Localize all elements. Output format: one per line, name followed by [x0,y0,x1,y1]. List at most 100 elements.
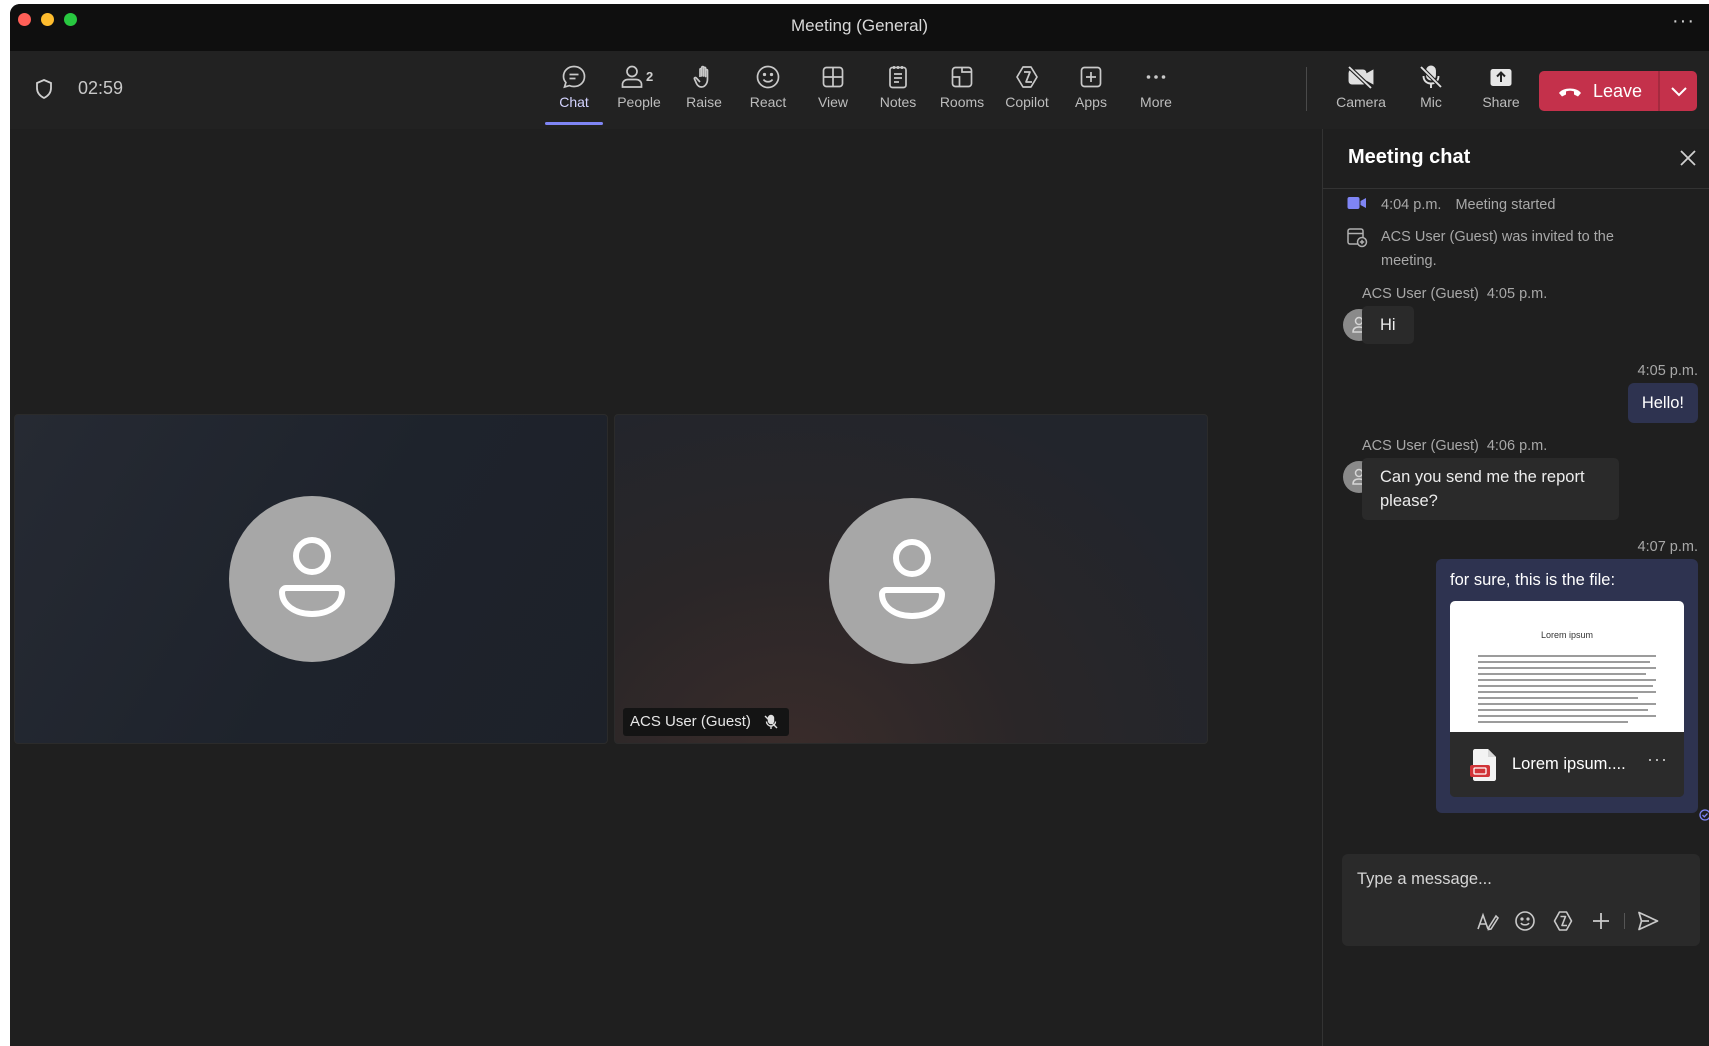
more-button[interactable]: More [1121,61,1191,121]
window-more-button[interactable]: ··· [1672,10,1695,33]
sender-name: ACS User (Guest) [1362,438,1479,454]
people-count: 2 [646,69,653,84]
message-time: 4:07 p.m. [1637,539,1698,555]
apps-button[interactable]: Apps [1056,61,1126,121]
participant-name: ACS User (Guest) [630,713,751,730]
phone-hangup-icon [1559,88,1581,97]
event-meeting-started: 4:04 p.m. Meeting started [1381,193,1555,217]
raise-hand-button[interactable]: Raise [669,61,739,121]
participant-name-tag: ACS User (Guest) [623,708,789,736]
notes-button[interactable]: Notes [863,61,933,121]
incoming-message-bubble[interactable]: Can you send me the report please? [1362,458,1619,520]
chat-header-divider [1323,188,1709,189]
share-label: Share [1482,94,1520,110]
video-tile-self[interactable] [14,414,608,744]
read-receipt-icon [1699,809,1709,821]
raise-hand-icon [693,65,709,88]
chevron-down-icon [1671,87,1687,97]
document-text-line [1478,697,1638,699]
tab-people[interactable]: 2 People [604,61,674,121]
document-text-line [1478,691,1656,693]
video-tile-guest[interactable]: ACS User (Guest) [614,414,1208,744]
file-preview-thumbnail[interactable]: Lorem ipsum [1450,601,1684,732]
share-icon [1490,69,1512,86]
document-text-line [1478,673,1646,675]
event-text-line2: meeting. [1381,253,1437,269]
message-text: Hi [1380,316,1396,334]
meeting-chat-panel: Meeting chat 4:04 p.m. Meeting started AC… [1322,129,1709,1046]
mic-off-icon [764,714,778,729]
camera-button[interactable]: Camera [1326,61,1396,121]
pdf-file-icon [1470,749,1496,781]
sender-name: ACS User (Guest) [1362,286,1479,302]
meeting-toolbar: 02:59 Chat 2 People Raise React View Not… [10,51,1709,129]
document-text-line [1478,703,1656,705]
message-time: 4:05 p.m. [1637,363,1698,379]
camera-off-icon [1347,65,1374,90]
camera-label: Camera [1336,94,1386,110]
shield-icon[interactable] [32,77,56,101]
toolbar-divider [1306,67,1307,111]
event-text-line1: ACS User (Guest) was invited to the [1381,229,1614,245]
tab-chat[interactable]: Chat [539,61,609,125]
outgoing-message-bubble[interactable]: for sure, this is the file: Lorem ipsum [1436,559,1698,813]
react-label: React [749,94,787,110]
message-input[interactable] [1342,854,1700,904]
tab-people-label: People [617,94,661,110]
incoming-message-bubble[interactable]: Hi [1362,306,1414,344]
document-text-line [1478,685,1653,687]
composer-divider [1624,913,1625,929]
tab-chat-label: Chat [559,94,589,110]
format-icon[interactable] [1474,908,1500,934]
close-icon[interactable] [1677,147,1699,169]
file-attachment-card[interactable]: Lorem ipsum Lorem ipsum.... ··· [1450,601,1684,797]
copilot-label: Copilot [1005,94,1049,110]
outgoing-message-bubble[interactable]: Hello! [1627,383,1698,423]
message-text-line2: please? [1380,492,1438,510]
react-button[interactable]: React [733,61,803,121]
file-name: Lorem ipsum.... [1512,755,1626,773]
document-text-line [1478,679,1656,681]
participant-avatar [829,498,995,664]
add-icon[interactable] [1588,908,1614,934]
message-text-line1: Can you send me the report [1380,468,1585,486]
file-preview-title: Lorem ipsum [1540,630,1594,640]
event-text: Meeting started [1455,197,1556,213]
teams-meeting-window: Meeting (General) ··· 02:59 Chat 2 Peopl… [10,4,1709,1046]
more-icon [1146,75,1166,79]
leave-button[interactable]: Leave [1539,71,1658,111]
notes-label: Notes [879,94,917,110]
file-more-options-button[interactable]: ··· [1647,749,1668,770]
message-text: Hello! [1641,394,1684,412]
document-text-line [1478,667,1656,669]
document-text-line [1478,655,1656,657]
chat-panel-title: Meeting chat [1348,146,1471,168]
rooms-button[interactable]: Rooms [927,61,997,121]
leave-label: Leave [1593,81,1643,101]
document-text-line [1478,715,1656,717]
leave-options-button[interactable] [1660,71,1697,111]
leave-button-group: Leave [1539,71,1697,111]
view-label: View [817,94,849,110]
copilot-button[interactable]: Copilot [992,61,1062,121]
participant-avatar [229,496,395,662]
apps-icon [1080,66,1102,88]
notes-icon [889,66,907,89]
person-icon [878,539,946,620]
more-label: More [1140,94,1172,110]
file-info-footer: Lorem ipsum.... ··· [1450,732,1684,797]
share-button[interactable]: Share [1466,61,1536,121]
emoji-icon[interactable] [1512,908,1538,934]
meeting-video-icon [1347,197,1366,209]
react-icon [756,65,780,89]
document-text-line [1478,709,1648,711]
window-title: Meeting (General) [790,16,928,35]
message-time: 4:06 p.m. [1486,438,1548,454]
person-icon [278,537,346,618]
send-icon[interactable] [1635,908,1661,934]
copilot-icon[interactable] [1550,908,1576,934]
view-button[interactable]: View [798,61,868,121]
mic-button[interactable]: Mic [1396,61,1466,121]
calendar-invite-icon [1347,228,1368,248]
title-bar: Meeting (General) ··· [10,4,1709,51]
